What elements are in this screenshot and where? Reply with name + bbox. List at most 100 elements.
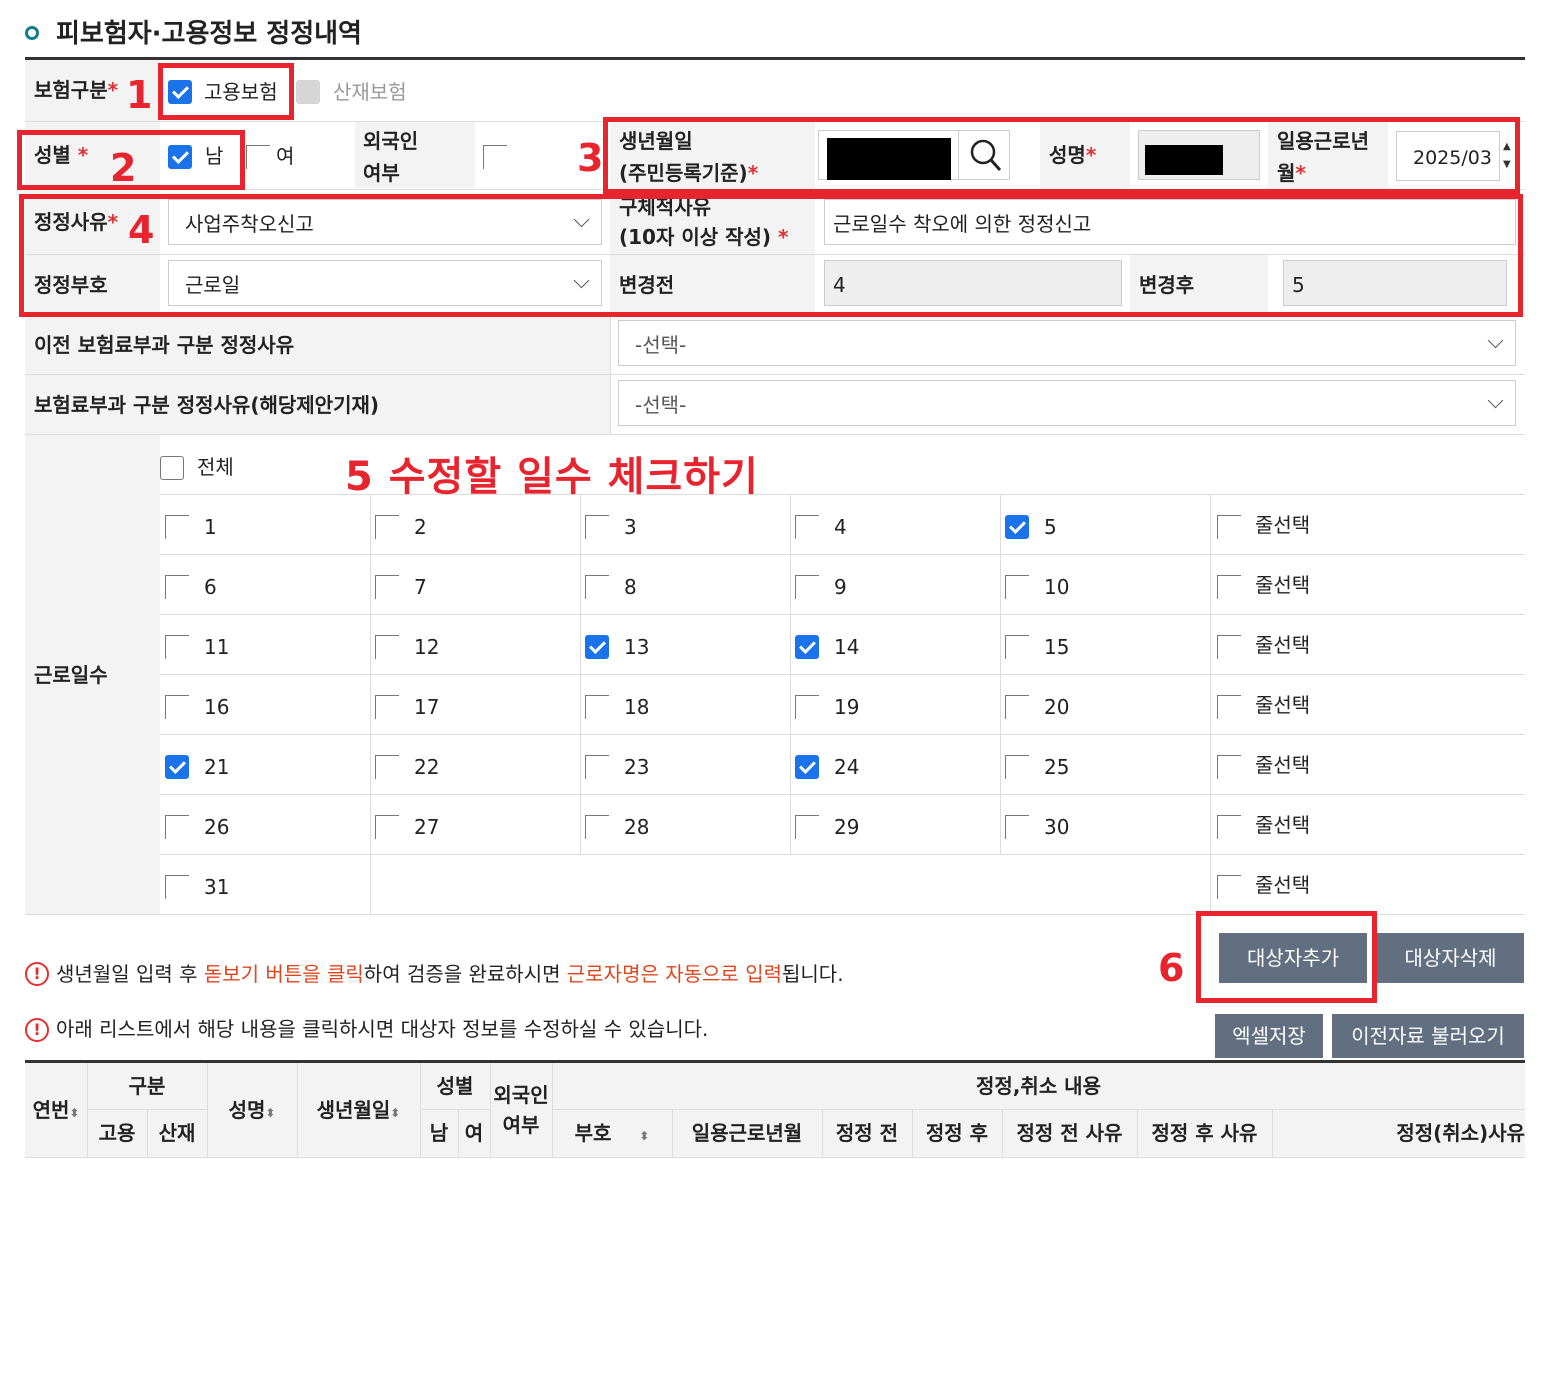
day-checkbox-25[interactable] <box>1005 755 1029 779</box>
day-checkbox-15[interactable] <box>1005 635 1029 659</box>
day-checkbox-30[interactable] <box>1005 815 1029 839</box>
th-foreigner: 외국인 여부 <box>493 1083 549 1137</box>
delete-target-button[interactable]: 대상자삭제 <box>1377 933 1524 983</box>
day-label-23: 23 <box>624 755 650 779</box>
day-label-8: 8 <box>624 575 637 599</box>
th-code[interactable]: 부호 ⬍ <box>552 1120 672 1149</box>
section-bullet-icon <box>25 26 39 40</box>
sort-icon: ⬍ <box>265 1106 276 1120</box>
row-select-label: 줄선택 <box>1255 813 1311 837</box>
day-label-19: 19 <box>834 695 860 719</box>
row-select-checkbox[interactable] <box>1217 875 1241 899</box>
day-checkbox-4[interactable] <box>795 515 819 539</box>
th-gender: 성별 <box>436 1074 474 1098</box>
day-checkbox-2[interactable] <box>375 515 399 539</box>
th-category: 구분 <box>128 1074 166 1098</box>
day-label-5: 5 <box>1044 515 1057 539</box>
day-checkbox-24[interactable] <box>795 755 819 779</box>
sort-icon: ⬍ <box>639 1129 650 1143</box>
day-checkbox-6[interactable] <box>165 575 189 599</box>
row-select-checkbox[interactable] <box>1217 575 1241 599</box>
section-title: 피보험자·고용정보 정정내역 <box>56 19 362 49</box>
day-checkbox-26[interactable] <box>165 815 189 839</box>
th-correction: 정정,취소 내용 <box>976 1074 1101 1098</box>
day-checkbox-28[interactable] <box>585 815 609 839</box>
day-checkbox-13[interactable] <box>585 635 609 659</box>
notice-birth: 생년월일 입력 후 돋보기 버튼을 클릭하여 검증을 완료하시면 근로자명은 자… <box>56 962 844 986</box>
day-checkbox-18[interactable] <box>585 695 609 719</box>
day-checkbox-19[interactable] <box>795 695 819 719</box>
day-label-14: 14 <box>834 635 860 659</box>
day-label-28: 28 <box>624 815 650 839</box>
foreigner-checkbox[interactable] <box>483 145 507 169</box>
workdays-all-checkbox[interactable] <box>160 456 184 480</box>
th-employment: 고용 <box>98 1121 136 1145</box>
day-checkbox-16[interactable] <box>165 695 189 719</box>
day-checkbox-12[interactable] <box>375 635 399 659</box>
day-checkbox-5[interactable] <box>1005 515 1029 539</box>
day-checkbox-9[interactable] <box>795 575 819 599</box>
day-checkbox-29[interactable] <box>795 815 819 839</box>
row-select-checkbox[interactable] <box>1217 815 1241 839</box>
cur-reason-label: 보험료부과 구분 정정사유(해당제안기재) <box>34 393 380 417</box>
day-label-24: 24 <box>834 755 860 779</box>
row-select-checkbox[interactable] <box>1217 515 1241 539</box>
annotation-number-1: 1 <box>126 73 153 117</box>
day-checkbox-20[interactable] <box>1005 695 1029 719</box>
day-checkbox-14[interactable] <box>795 635 819 659</box>
day-checkbox-10[interactable] <box>1005 575 1029 599</box>
annotation-box-3 <box>603 117 1520 194</box>
day-label-31: 31 <box>204 875 230 899</box>
row-select-checkbox[interactable] <box>1217 755 1241 779</box>
day-checkbox-3[interactable] <box>585 515 609 539</box>
day-checkbox-11[interactable] <box>165 635 189 659</box>
day-label-22: 22 <box>414 755 440 779</box>
day-checkbox-31[interactable] <box>165 875 189 899</box>
day-label-18: 18 <box>624 695 650 719</box>
day-checkbox-27[interactable] <box>375 815 399 839</box>
day-checkbox-21[interactable] <box>165 755 189 779</box>
row-select-checkbox[interactable] <box>1217 635 1241 659</box>
row-select-label: 줄선택 <box>1255 573 1311 597</box>
th-female: 여 <box>464 1121 484 1145</box>
gender-female-checkbox[interactable] <box>246 145 270 169</box>
day-label-21: 21 <box>204 755 230 779</box>
add-target-button[interactable]: 대상자추가 <box>1219 933 1367 983</box>
th-birth[interactable]: 생년월일⬍ <box>297 1097 420 1126</box>
day-checkbox-17[interactable] <box>375 695 399 719</box>
day-checkbox-23[interactable] <box>585 755 609 779</box>
prev-reason-select[interactable]: -선택- <box>618 320 1516 366</box>
day-label-10: 10 <box>1044 575 1070 599</box>
day-label-25: 25 <box>1044 755 1070 779</box>
annotation-box-4 <box>19 194 1523 317</box>
day-label-16: 16 <box>204 695 230 719</box>
day-checkbox-8[interactable] <box>585 575 609 599</box>
notice-list: 아래 리스트에서 해당 내용을 클릭하시면 대상자 정보를 수정하실 수 있습니… <box>56 1017 709 1041</box>
day-label-1: 1 <box>204 515 217 539</box>
row-select-label: 줄선택 <box>1255 693 1311 717</box>
th-male: 남 <box>429 1121 449 1145</box>
th-before-reason: 정정 전 사유 <box>1016 1121 1123 1145</box>
row-select-label: 줄선택 <box>1255 873 1311 897</box>
annotation-box-1 <box>158 63 294 120</box>
alert-icon: ! <box>25 962 49 986</box>
th-year[interactable]: 연번⬍ <box>25 1097 87 1126</box>
day-checkbox-7[interactable] <box>375 575 399 599</box>
th-after: 정정 후 <box>925 1121 989 1145</box>
th-after-reason: 정정 후 사유 <box>1151 1121 1258 1145</box>
day-label-30: 30 <box>1044 815 1070 839</box>
cur-reason-select[interactable]: -선택- <box>618 380 1516 426</box>
day-checkbox-22[interactable] <box>375 755 399 779</box>
row-select-checkbox[interactable] <box>1217 695 1241 719</box>
th-name[interactable]: 성명⬍ <box>207 1097 297 1126</box>
load-previous-button[interactable]: 이전자료 불러오기 <box>1332 1014 1524 1058</box>
excel-save-button[interactable]: 엑셀저장 <box>1215 1014 1323 1058</box>
chevron-down-icon <box>1487 392 1504 409</box>
day-checkbox-1[interactable] <box>165 515 189 539</box>
day-label-2: 2 <box>414 515 427 539</box>
annotation-step-5: 5 수정할 일수 체크하기 <box>345 454 759 500</box>
row-select-label: 줄선택 <box>1255 633 1311 657</box>
workdays-all-label: 전체 <box>197 455 234 479</box>
day-label-3: 3 <box>624 515 637 539</box>
foreigner-label: 외국인 여부 <box>363 129 419 185</box>
